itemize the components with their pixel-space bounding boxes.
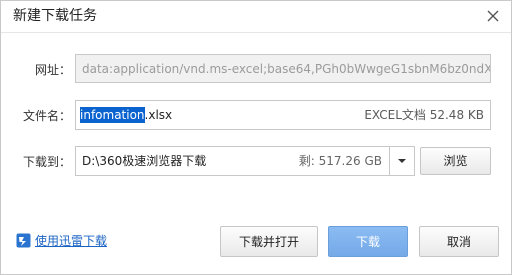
- thunder-icon: [16, 233, 31, 248]
- browse-button[interactable]: 浏览: [420, 147, 491, 175]
- download-and-open-button[interactable]: 下载并打开: [220, 226, 318, 257]
- filename-input[interactable]: infomation.xlsx EXCEL文档 52.48 KB: [75, 100, 491, 130]
- url-label: 网址：: [35, 63, 72, 77]
- cancel-button[interactable]: 取消: [419, 226, 499, 257]
- chevron-down-icon: [398, 159, 406, 163]
- filename-extension: .xlsx: [144, 108, 173, 122]
- dialog-title: 新建下载任务: [13, 8, 97, 24]
- file-type-size: EXCEL文档 52.48 KB: [364, 108, 484, 122]
- filename-label: 文件名：: [23, 109, 72, 123]
- download-dialog: 新建下载任务 网址： data:application/vnd.ms-excel…: [0, 0, 512, 275]
- download-dir-select[interactable]: D:\360极速浏览器下载 剩: 517.26 GB: [75, 146, 415, 176]
- close-button[interactable]: [483, 6, 503, 26]
- dropdown-button[interactable]: [389, 147, 414, 175]
- download-dir-value: D:\360极速浏览器下载: [82, 154, 207, 168]
- download-button[interactable]: 下载: [328, 226, 408, 257]
- close-icon: [487, 10, 499, 22]
- filename-selected-text: infomation: [80, 107, 145, 123]
- download-to-label: 下载到：: [23, 155, 72, 169]
- free-space-text: 剩: 517.26 GB: [298, 154, 382, 168]
- title-bar: 新建下载任务: [1, 1, 511, 33]
- thunder-link-text: 使用迅雷下载: [35, 234, 108, 248]
- url-value: data:application/vnd.ms-excel;base64,PGh…: [82, 62, 491, 76]
- url-field[interactable]: data:application/vnd.ms-excel;base64,PGh…: [75, 54, 491, 83]
